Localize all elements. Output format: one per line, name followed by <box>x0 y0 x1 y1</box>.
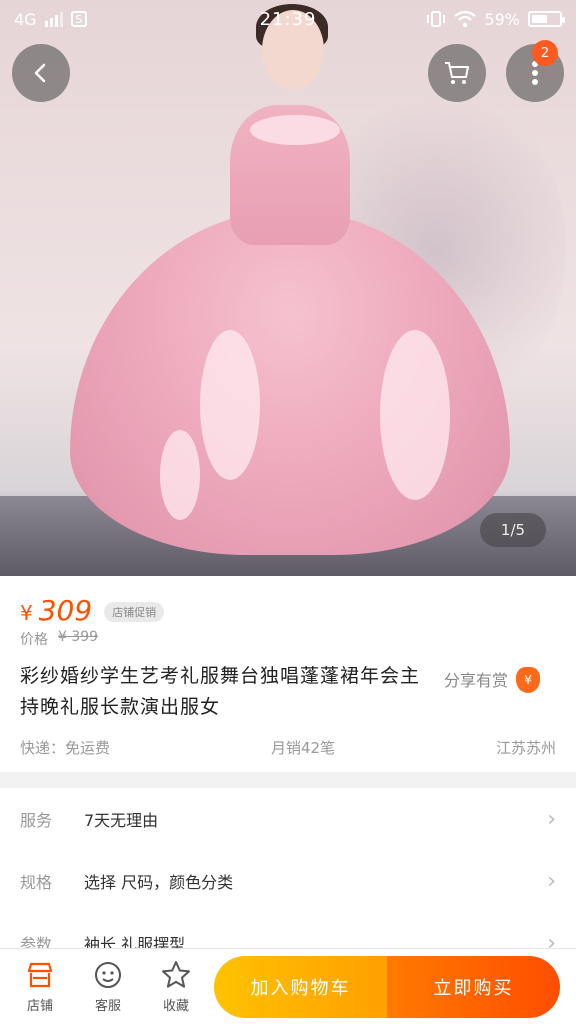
network-type: 4G <box>14 9 37 29</box>
currency-symbol: ¥ <box>20 601 33 625</box>
option-spec[interactable]: 规格 选择 尺码，颜色分类 › <box>0 850 576 912</box>
share-reward-button[interactable]: 分享有赏 ¥ <box>444 667 541 723</box>
battery-icon <box>528 11 565 27</box>
monthly-sales: 月销42笔 <box>270 739 336 757</box>
star-icon <box>162 961 190 988</box>
option-value: 选择 尺码，颜色分类 <box>84 873 234 892</box>
customer-service-icon <box>95 962 121 988</box>
chevron-right-icon: › <box>547 868 556 894</box>
back-button[interactable] <box>12 44 70 102</box>
product-price: 309 <box>38 594 93 627</box>
back-chevron-icon <box>34 63 46 83</box>
option-params[interactable]: 参数 袖长 礼服摆型 › <box>0 912 576 949</box>
product-title: 彩纱婚纱学生艺考礼服舞台独唱蓬蓬裙年会主持晚礼服长款演出服女 <box>20 665 421 718</box>
original-price-label: 价格 <box>20 632 48 648</box>
vibrate-icon <box>427 11 446 27</box>
option-value: 7天无理由 <box>84 811 159 830</box>
option-service[interactable]: 服务 7天无理由 › <box>0 788 576 850</box>
option-label: 参数 <box>20 935 53 948</box>
battery-percent: 59% <box>484 9 520 29</box>
money-bag-icon: ¥ <box>516 667 541 693</box>
price-row: ¥ 309 店铺促销 <box>20 594 556 627</box>
cta-group: 加入购物车 立即购买 <box>214 955 560 1018</box>
status-bar: 4G S 21:39 59% <box>0 0 576 38</box>
bottom-action-bar: 店铺 客服 收藏 加入购物车 立即购买 <box>0 948 576 1024</box>
options-list: 服务 7天无理由 › 规格 选择 尺码，颜色分类 › 参数 袖长 礼服摆型 › <box>0 788 576 948</box>
lace-embroidery <box>160 430 200 520</box>
shipping-location: 江苏苏州 <box>495 739 556 757</box>
service-label: 客服 <box>94 999 121 1014</box>
product-info: ¥ 309 店铺促销 价格 ¥ 399 彩纱婚纱学生艺考礼服舞台独唱蓬蓬裙年会主… <box>0 576 576 772</box>
lace-embroidery <box>200 330 260 480</box>
original-price: ¥ 399 <box>58 629 99 645</box>
product-image-carousel[interactable]: 1/5 <box>0 0 576 576</box>
chevron-right-icon: › <box>547 806 556 832</box>
meta-row: 快递：免运费 月销42笔 江苏苏州 <box>20 737 556 758</box>
option-label: 服务 <box>20 811 53 830</box>
shopping-cart-icon <box>445 62 469 84</box>
lace-embroidery <box>380 330 450 500</box>
favorite-label: 收藏 <box>162 999 189 1014</box>
option-label: 规格 <box>20 873 53 892</box>
app-notification-icon: S <box>70 11 87 27</box>
clock: 21:39 <box>259 8 317 30</box>
option-value: 袖长 礼服摆型 <box>84 935 186 948</box>
store-tab[interactable]: 店铺 <box>6 959 74 1014</box>
wifi-icon <box>454 10 477 28</box>
image-pager: 1/5 <box>480 513 546 547</box>
lace-embroidery <box>250 115 340 145</box>
customer-service-tab[interactable]: 客服 <box>74 959 142 1014</box>
store-label: 店铺 <box>26 999 53 1014</box>
store-icon <box>27 962 53 988</box>
add-to-cart-button[interactable]: 加入购物车 <box>214 955 387 1018</box>
promotion-tag: 店铺促销 <box>104 602 165 622</box>
share-label: 分享有赏 <box>444 671 509 690</box>
signal-icon <box>44 11 63 27</box>
notification-badge: 2 <box>532 40 558 66</box>
chevron-right-icon: › <box>547 930 556 949</box>
more-button[interactable]: 2 <box>506 40 564 102</box>
cart-button[interactable] <box>428 44 486 102</box>
original-price-row: 价格 ¥ 399 <box>20 629 556 649</box>
shipping-info: 快递：免运费 <box>20 739 111 757</box>
buy-now-button[interactable]: 立即购买 <box>387 955 560 1018</box>
favorite-tab[interactable]: 收藏 <box>142 959 210 1014</box>
